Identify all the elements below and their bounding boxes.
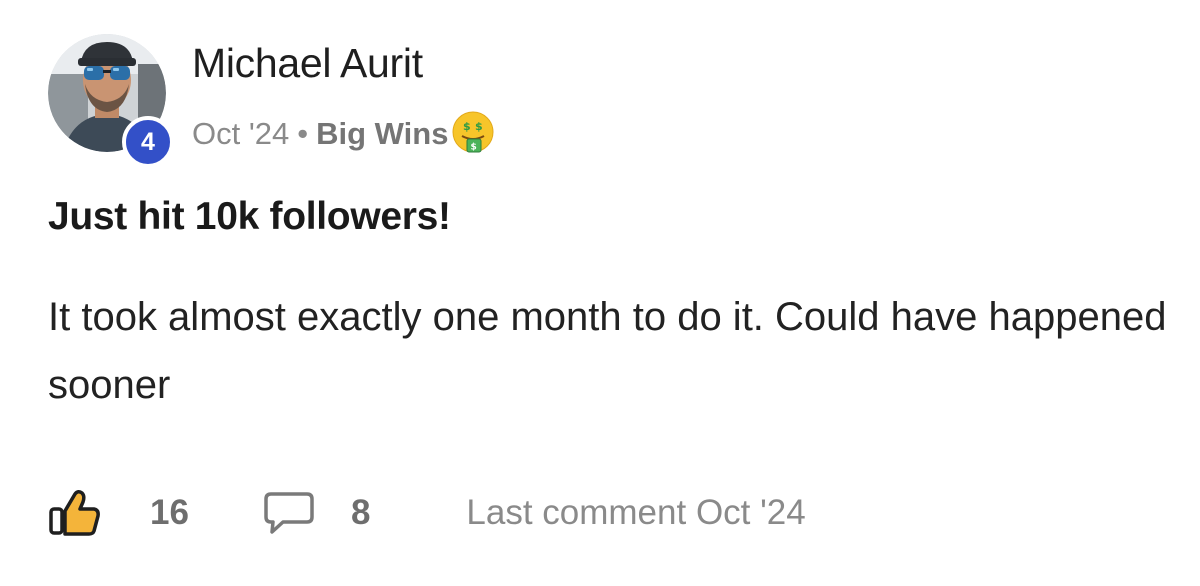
svg-text:$: $ [463, 120, 471, 133]
like-button[interactable]: 16 [48, 489, 189, 537]
comment-button[interactable]: 8 [263, 490, 370, 536]
thumbs-up-icon [49, 489, 100, 536]
level-badge: 4 [122, 116, 174, 168]
post-body: It took almost exactly one month to do i… [48, 295, 1167, 407]
like-count: 16 [150, 493, 189, 532]
comment-count: 8 [350, 493, 371, 532]
post-meta: Oct '24 • Big Wins $ $ $ [192, 111, 496, 156]
author-name[interactable]: Michael Aurit [192, 40, 423, 87]
last-comment-label: Last comment Oct '24 [466, 493, 806, 532]
meta-separator: • [297, 116, 309, 151]
svg-text:$: $ [471, 143, 477, 153]
author-avatar[interactable]: 4 [48, 34, 174, 168]
post-card: 4 Michael Aurit Oct '24 • Big Wins $ $ $… [0, 0, 1200, 586]
money-mouth-face-icon: $ $ $ [452, 111, 494, 153]
post-date: Oct '24 [192, 116, 290, 151]
post-title[interactable]: Just hit 10k followers! [48, 195, 451, 239]
post-footer: 16 8 Last comment Oct '24 [48, 488, 806, 538]
category-label[interactable]: Big Wins [316, 116, 448, 152]
svg-text:$: $ [475, 120, 483, 133]
comment-bubble-icon [264, 492, 314, 534]
